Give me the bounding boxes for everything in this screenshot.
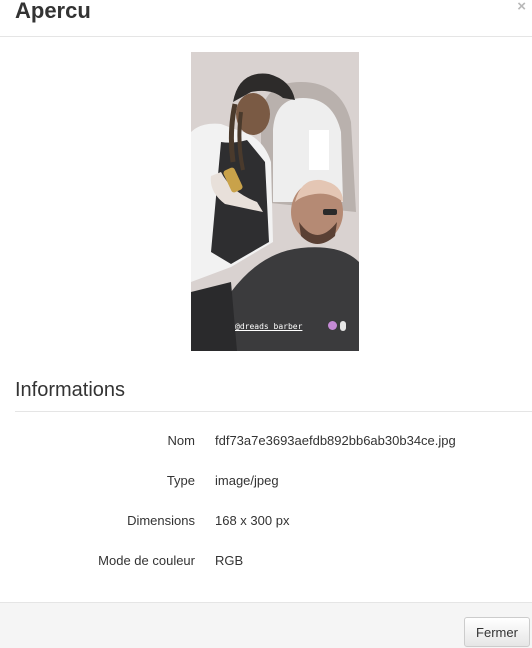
preview-dialog: Apercu × @dreads barber Informations Nom… xyxy=(0,0,532,648)
info-value: image/jpeg xyxy=(215,473,279,488)
info-value: 168 x 300 px xyxy=(215,513,290,528)
photo-illustration xyxy=(191,52,359,351)
info-label: Dimensions xyxy=(127,513,195,528)
scissors-emoji-icon xyxy=(340,321,346,331)
dialog-footer: Fermer xyxy=(0,602,532,648)
photo-caption: @dreads barber xyxy=(235,322,303,331)
info-value: RGB xyxy=(215,553,244,568)
info-label: Nom xyxy=(167,433,195,448)
info-label: Type xyxy=(166,473,195,488)
dialog-title: Apercu xyxy=(15,0,91,23)
informations-heading: Informations xyxy=(15,379,126,401)
info-label: Mode de couleur xyxy=(98,553,195,568)
dialog-header: Apercu × xyxy=(0,0,532,37)
info-row-type: Type image/jpeg xyxy=(0,471,532,491)
info-row-color-mode: Mode de couleur RGB xyxy=(0,551,532,571)
info-value: fdf73a7e3693aefdb892bb6ab30b34ce.jpg xyxy=(215,433,456,448)
info-row-name: Nom fdf73a7e3693aefdb892bb6ab30b34ce.jpg xyxy=(0,431,532,451)
section-divider xyxy=(15,411,532,412)
preview-image: @dreads barber xyxy=(191,52,359,351)
close-icon[interactable]: × xyxy=(517,0,526,15)
close-button[interactable]: Fermer xyxy=(464,617,530,647)
info-row-dimensions: Dimensions 168 x 300 px xyxy=(0,511,532,531)
devil-emoji-icon xyxy=(328,321,337,330)
